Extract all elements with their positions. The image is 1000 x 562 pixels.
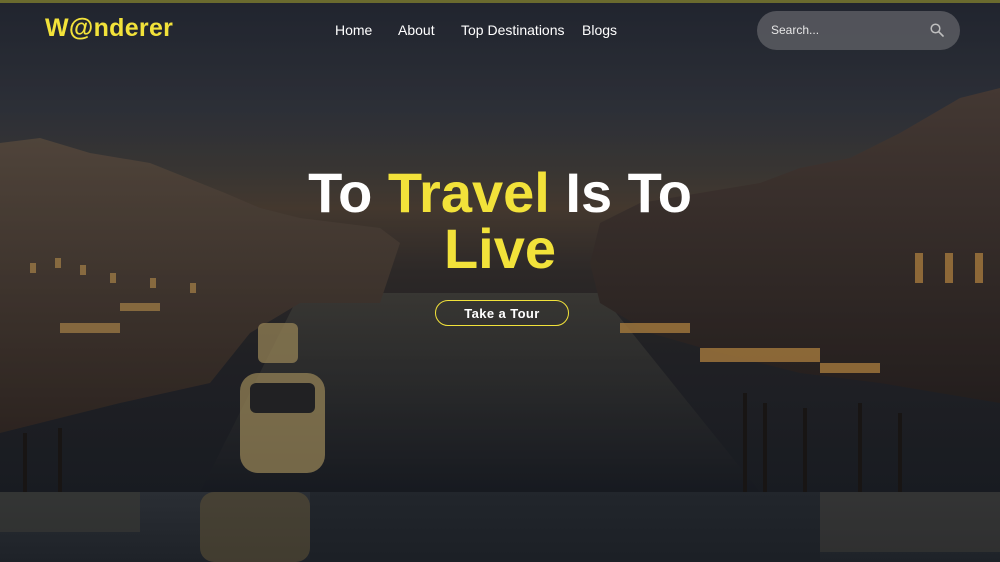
nav-about-link[interactable]: About	[398, 22, 435, 38]
hero-headline: To Travel Is To Live	[0, 165, 1000, 277]
headline-word-to: To	[308, 161, 388, 224]
search-icon[interactable]	[930, 23, 944, 37]
nav-blogs-link[interactable]: Blogs	[582, 22, 617, 38]
headline-word-is-to: Is To	[549, 161, 692, 224]
headline-line-1: To Travel Is To	[0, 165, 1000, 221]
take-a-tour-button[interactable]: Take a Tour	[435, 300, 569, 326]
headline-word-travel: Travel	[387, 161, 550, 224]
next-section-background	[0, 492, 1000, 562]
reflection-strip-image	[0, 492, 1000, 562]
search-input[interactable]	[771, 21, 921, 39]
headline-line-2: Live	[443, 217, 557, 280]
nav-home-link[interactable]: Home	[335, 22, 372, 38]
nav-top-destinations-link[interactable]: Top Destinations	[461, 22, 565, 38]
